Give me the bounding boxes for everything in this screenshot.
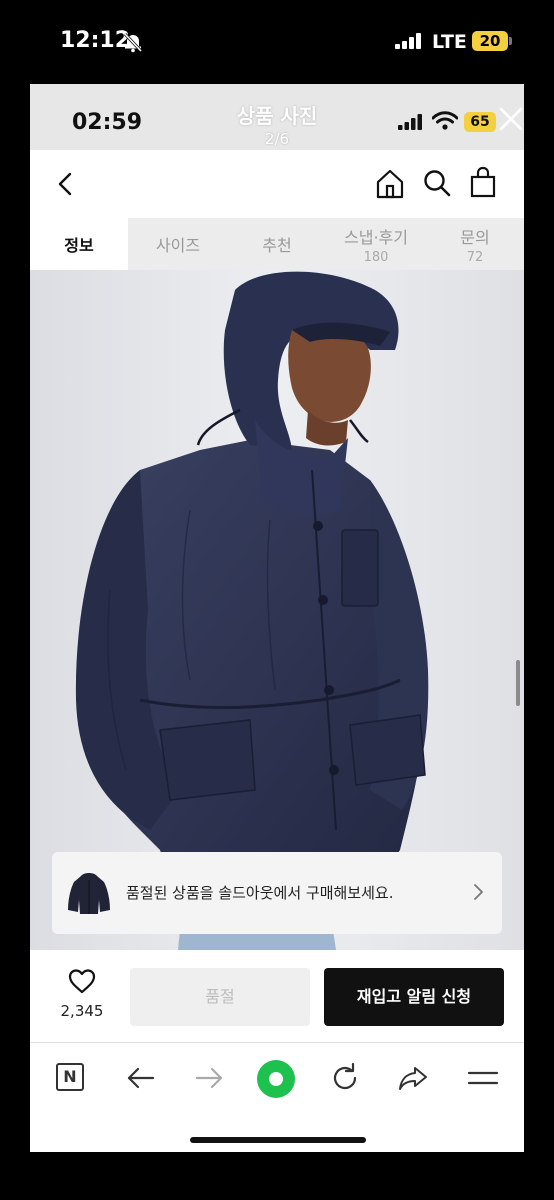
product-photo[interactable] bbox=[30, 270, 524, 950]
network-type: LTE bbox=[432, 31, 467, 53]
menu-icon[interactable] bbox=[466, 1061, 500, 1095]
heart-icon[interactable] bbox=[68, 968, 96, 994]
tab-label: 정보 bbox=[64, 236, 94, 255]
like-count: 2,345 bbox=[60, 1002, 104, 1020]
chevron-right-icon bbox=[474, 884, 483, 900]
naver-home-button[interactable]: N bbox=[56, 1063, 84, 1091]
tab-snap-review[interactable]: 스냅·후기 180 bbox=[326, 218, 426, 270]
tab-size[interactable]: 사이즈 bbox=[128, 218, 228, 270]
tab-label: 사이즈 bbox=[155, 236, 201, 255]
arrow-left-icon[interactable] bbox=[124, 1061, 158, 1095]
tab-count: 72 bbox=[466, 250, 484, 265]
jacket-thumbnail bbox=[68, 873, 110, 914]
purchase-action-bar: 2,345 품절 재입고 알림 신청 bbox=[30, 950, 524, 1042]
tab-info[interactable]: 정보 bbox=[30, 218, 128, 270]
home-indicator bbox=[190, 1137, 366, 1143]
battery-icon: 20 bbox=[472, 31, 512, 51]
tab-recommend[interactable]: 추천 bbox=[228, 218, 326, 270]
model-jacket-image bbox=[30, 270, 524, 950]
tab-label: 문의 bbox=[460, 228, 490, 247]
refresh-icon[interactable] bbox=[328, 1061, 362, 1095]
device-time: 12:12 bbox=[60, 28, 131, 53]
arrow-right-icon[interactable] bbox=[192, 1061, 226, 1095]
browser-toolbar: N bbox=[30, 1042, 524, 1152]
product-tabs: 정보 사이즈 추천 스냅·후기 180 문의 72 bbox=[30, 218, 524, 270]
home-icon[interactable] bbox=[374, 168, 406, 200]
wifi-icon bbox=[432, 111, 458, 130]
green-dot-icon[interactable] bbox=[257, 1060, 295, 1098]
inner-status-bar: 02:59 상품 사진 2/6 65 bbox=[30, 84, 524, 150]
tab-label: 스냅·후기 bbox=[344, 228, 408, 247]
cell-signal-icon bbox=[395, 33, 421, 49]
bell-muted-icon bbox=[123, 32, 143, 53]
tab-label: 추천 bbox=[262, 236, 292, 255]
cell-signal-icon bbox=[398, 114, 422, 130]
search-icon[interactable] bbox=[422, 168, 452, 198]
close-icon[interactable] bbox=[498, 106, 524, 132]
chevron-left-icon[interactable] bbox=[54, 170, 78, 198]
banner-text: 품절된 상품을 솔드아웃에서 구매해보세요. bbox=[126, 884, 394, 902]
tab-count: 180 bbox=[363, 250, 389, 265]
battery-icon: 65 bbox=[464, 112, 496, 132]
share-icon[interactable] bbox=[396, 1061, 430, 1095]
tab-inquiry[interactable]: 문의 72 bbox=[426, 218, 524, 270]
product-nav-bar bbox=[30, 150, 524, 218]
scroll-indicator bbox=[516, 660, 520, 706]
soldout-button[interactable]: 품절 bbox=[130, 968, 310, 1026]
photo-counter: 2/6 bbox=[264, 130, 290, 148]
restock-alert-button[interactable]: 재입고 알림 신청 bbox=[324, 968, 504, 1026]
shopping-bag-icon[interactable] bbox=[468, 166, 498, 198]
device-status-bar: 12:12 LTE 20 bbox=[0, 0, 554, 84]
app-screenshot: 02:59 상품 사진 2/6 65 정보 사이즈 추천 스냅·후기 180 문… bbox=[30, 84, 524, 1152]
soldout-banner[interactable]: 품절된 상품을 솔드아웃에서 구매해보세요. bbox=[52, 852, 502, 934]
